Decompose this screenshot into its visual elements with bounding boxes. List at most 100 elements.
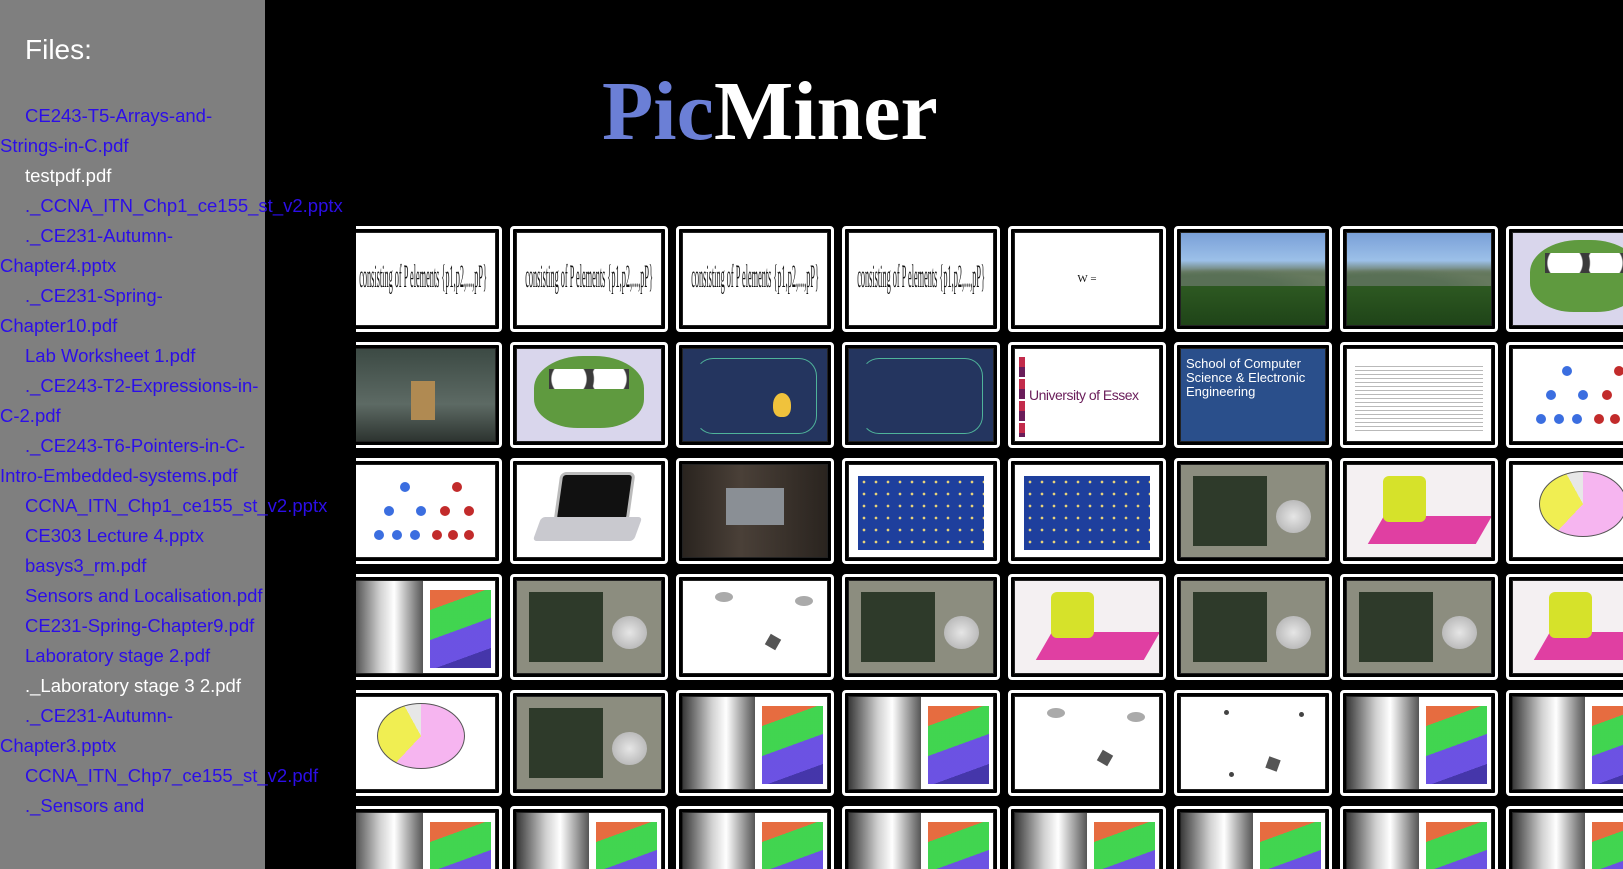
image-thumbnail[interactable]: [676, 806, 834, 869]
file-link[interactable]: ._CE231-Autumn-Chapter4.pptx: [0, 221, 265, 281]
image-thumbnail[interactable]: [1340, 690, 1498, 796]
image-thumbnail[interactable]: [676, 690, 834, 796]
file-link[interactable]: ._Sensors and: [0, 791, 265, 821]
essex-text: University of Essex: [1029, 387, 1139, 403]
image-thumbnail[interactable]: [510, 458, 668, 564]
thumbnail-image: [1180, 812, 1326, 869]
image-thumbnail[interactable]: [1340, 342, 1498, 448]
file-link[interactable]: basys3_rm.pdf: [0, 551, 265, 581]
matrix-text: W =: [1077, 273, 1097, 285]
image-thumbnail[interactable]: [1506, 342, 1623, 448]
image-thumbnail[interactable]: [842, 342, 1000, 448]
image-thumbnail[interactable]: [1174, 690, 1332, 796]
file-link[interactable]: testpdf.pdf: [0, 161, 265, 191]
thumbnail-image: School of Computer Science & Electronic …: [1180, 348, 1326, 442]
image-thumbnail[interactable]: [1340, 458, 1498, 564]
image-thumbnail[interactable]: [676, 574, 834, 680]
thumbnail-image: [1512, 348, 1623, 442]
image-thumbnail[interactable]: [842, 806, 1000, 869]
image-thumbnail[interactable]: [1174, 458, 1332, 564]
file-link[interactable]: ._CE231-Autumn-Chapter3.pptx: [0, 701, 265, 761]
thumbnail-image: [1014, 812, 1160, 869]
image-thumbnail[interactable]: [1340, 806, 1498, 869]
image-thumbnail[interactable]: [356, 690, 502, 796]
file-link[interactable]: Lab Worksheet 1.pdf: [0, 341, 265, 371]
image-thumbnail[interactable]: consisting of P elements {p1,p2,...,pP}: [842, 226, 1000, 332]
thumbnail-image: [356, 812, 496, 869]
image-thumbnail[interactable]: [1506, 458, 1623, 564]
thumbnail-image: [1014, 580, 1160, 674]
thumbnail-image: [682, 580, 828, 674]
image-grid: consisting of P elements {p1,p2,...,pP} c…: [356, 226, 1623, 869]
image-thumbnail[interactable]: [676, 458, 834, 564]
image-thumbnail[interactable]: [510, 574, 668, 680]
image-thumbnail[interactable]: [1008, 458, 1166, 564]
app-logo: PicMiner: [602, 64, 938, 160]
image-thumbnail[interactable]: [356, 574, 502, 680]
file-link[interactable]: ._Laboratory stage 3 2.pdf: [0, 671, 265, 701]
image-thumbnail[interactable]: [1174, 226, 1332, 332]
thumbnail-image: [1512, 812, 1623, 869]
image-thumbnail[interactable]: [510, 806, 668, 869]
image-thumbnail[interactable]: [1174, 574, 1332, 680]
thumbnail-image: [848, 696, 994, 790]
image-thumbnail[interactable]: [1340, 226, 1498, 332]
file-list: CE243-T5-Arrays-and-Strings-in-C.pdf test…: [0, 101, 343, 821]
image-thumbnail[interactable]: [510, 690, 668, 796]
thumbnail-image: [1346, 232, 1492, 326]
image-thumbnail[interactable]: [356, 806, 502, 869]
file-link[interactable]: CCNA_ITN_Chp1_ce155_st_v2.pptx: [0, 491, 327, 521]
thumbnail-image: [1180, 232, 1326, 326]
file-link[interactable]: Laboratory stage 2.pdf: [0, 641, 265, 671]
file-link[interactable]: CE243-T5-Arrays-and-Strings-in-C.pdf: [0, 101, 265, 161]
image-thumbnail[interactable]: [1174, 806, 1332, 869]
image-thumbnail[interactable]: [1506, 226, 1623, 332]
file-link[interactable]: Sensors and Localisation.pdf: [0, 581, 265, 611]
file-link[interactable]: CCNA_ITN_Chp7_ce155_st_v2.pdf: [0, 761, 318, 791]
formula-text: consisting of P elements {p1,p2,...,pP}: [691, 260, 819, 296]
image-thumbnail[interactable]: [1506, 806, 1623, 869]
thumbnail-image: [1512, 464, 1623, 558]
image-thumbnail[interactable]: [510, 342, 668, 448]
image-thumbnail[interactable]: consisting of P elements {p1,p2,...,pP}: [676, 226, 834, 332]
thumbnail-image: [1180, 580, 1326, 674]
file-link[interactable]: CE231-Spring-Chapter9.pdf: [0, 611, 265, 641]
image-thumbnail[interactable]: [842, 690, 1000, 796]
thumbnail-image: [516, 580, 662, 674]
image-thumbnail[interactable]: [676, 342, 834, 448]
thumbnail-image: [516, 812, 662, 869]
files-heading: Files:: [25, 34, 92, 65]
image-thumbnail[interactable]: [1008, 690, 1166, 796]
thumbnail-image: [682, 348, 828, 442]
file-link[interactable]: ._CE243-T6-Pointers-in-C-Intro-Embedded-…: [0, 431, 265, 491]
file-link[interactable]: ._CE231-Spring-Chapter10.pdf: [0, 281, 265, 341]
logo-pic: Pic: [602, 65, 714, 158]
image-thumbnail[interactable]: [1340, 574, 1498, 680]
file-link[interactable]: CE303 Lecture 4.pptx: [0, 521, 265, 551]
image-thumbnail[interactable]: [1506, 574, 1623, 680]
file-link[interactable]: ._CCNA_ITN_Chp1_ce155_st_v2.pptx: [0, 191, 343, 221]
image-thumbnail[interactable]: [1008, 574, 1166, 680]
image-thumbnail[interactable]: consisting of P elements {p1,p2,...,pP}: [356, 226, 502, 332]
thumbnail-image: [1512, 580, 1623, 674]
thumbnail-image: [1346, 348, 1492, 442]
thumbnail-image: [516, 696, 662, 790]
thumbnail-image: [1512, 232, 1623, 326]
thumbnail-image: [356, 580, 496, 674]
image-thumbnail[interactable]: W =: [1008, 226, 1166, 332]
image-thumbnail[interactable]: School of Computer Science & Electronic …: [1174, 342, 1332, 448]
image-thumbnail[interactable]: consisting of P elements {p1,p2,...,pP}: [510, 226, 668, 332]
thumbnail-image: [516, 348, 662, 442]
image-thumbnail[interactable]: [356, 342, 502, 448]
formula-text: consisting of P elements {p1,p2,...,pP}: [857, 260, 985, 296]
image-thumbnail[interactable]: University of Essex: [1008, 342, 1166, 448]
thumbnail-image: [682, 696, 828, 790]
image-thumbnail[interactable]: [356, 458, 502, 564]
file-link[interactable]: ._CE243-T2-Expressions-in-C-2.pdf: [0, 371, 265, 431]
image-thumbnail[interactable]: [842, 574, 1000, 680]
image-thumbnail[interactable]: [1506, 690, 1623, 796]
image-thumbnail[interactable]: [1008, 806, 1166, 869]
image-thumbnail[interactable]: [842, 458, 1000, 564]
thumbnail-image: [1014, 464, 1160, 558]
thumbnail-image: W =: [1014, 232, 1160, 326]
